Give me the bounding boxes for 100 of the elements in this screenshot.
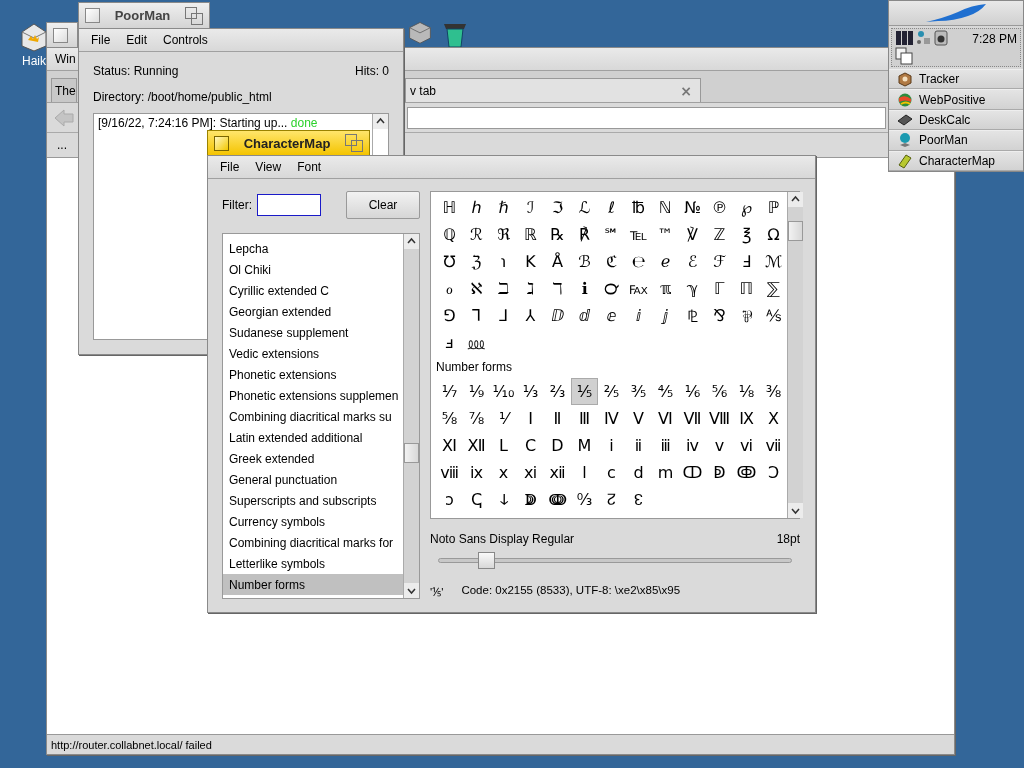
character-cell[interactable]: ⅄: [517, 302, 544, 329]
character-cell[interactable]: ⅸ: [463, 459, 490, 486]
character-cell[interactable]: ⅰ: [598, 432, 625, 459]
drive-icon[interactable]: [407, 19, 433, 45]
character-cell[interactable]: Ⅳ: [598, 405, 625, 432]
character-cell[interactable]: ℭ: [598, 248, 625, 275]
character-cell[interactable]: ℍ: [436, 194, 463, 221]
character-cell[interactable]: ⅅ: [544, 302, 571, 329]
character-cell[interactable]: ⅞: [463, 405, 490, 432]
character-cell[interactable]: ⅳ: [679, 432, 706, 459]
character-cell[interactable]: ℯ: [652, 248, 679, 275]
character-cell[interactable]: ⅈ: [625, 302, 652, 329]
character-cell[interactable]: ℼ: [652, 275, 679, 302]
character-cell[interactable]: ⅏: [463, 329, 490, 356]
character-cell[interactable]: ℐ: [517, 194, 544, 221]
character-cell[interactable]: ⅴ: [706, 432, 733, 459]
block-item[interactable]: Combining diacritical marks su: [223, 406, 403, 427]
character-cell[interactable]: ℡: [625, 221, 652, 248]
character-cell[interactable]: ℕ: [652, 194, 679, 221]
character-cell[interactable]: Ⅵ: [652, 405, 679, 432]
character-cell[interactable]: ↅ: [463, 486, 490, 513]
character-cell[interactable]: Ⅽ: [517, 432, 544, 459]
filter-field[interactable]: [257, 194, 321, 216]
character-cell[interactable]: ↇ: [517, 486, 544, 513]
character-cell[interactable]: Ⅿ: [571, 432, 598, 459]
character-cell[interactable]: ⅺ: [517, 459, 544, 486]
close-box[interactable]: [85, 8, 100, 23]
character-cell[interactable]: ℨ: [463, 248, 490, 275]
character-cell[interactable]: ⅃: [490, 302, 517, 329]
character-cell[interactable]: ℎ: [463, 194, 490, 221]
block-item[interactable]: Georgian extended: [223, 301, 403, 322]
windows-icon[interactable]: [895, 46, 913, 65]
character-cell[interactable]: ⅙: [679, 378, 706, 405]
character-cell[interactable]: ⅻ: [544, 459, 571, 486]
block-item[interactable]: Letterlike symbols: [223, 553, 403, 574]
size-slider[interactable]: [438, 550, 792, 572]
scroll-up-icon[interactable]: [788, 192, 803, 207]
zoom-icon[interactable]: [345, 134, 363, 152]
block-item[interactable]: Cyrillic extended C: [223, 280, 403, 301]
character-cell[interactable]: ℧: [436, 248, 463, 275]
scroll-up-icon[interactable]: [404, 234, 419, 249]
character-cell[interactable]: ⅍: [760, 302, 787, 329]
character-cell[interactable]: ℱ: [706, 248, 733, 275]
character-cell[interactable]: ℹ: [571, 275, 598, 302]
menu-item[interactable]: Font: [289, 160, 330, 174]
character-cell[interactable]: ⅚: [706, 378, 733, 405]
scroll-up-icon[interactable]: [373, 114, 388, 129]
character-cell[interactable]: ⅁: [436, 302, 463, 329]
block-item[interactable]: Sudanese supplement: [223, 322, 403, 343]
slider-thumb[interactable]: [478, 552, 496, 569]
character-cell[interactable]: ⅼ: [571, 459, 598, 486]
character-cell[interactable]: ℚ: [436, 221, 463, 248]
block-item[interactable]: Greek extended: [223, 448, 403, 469]
character-cell[interactable]: ℣: [679, 221, 706, 248]
block-item[interactable]: Ol Chiki: [223, 259, 403, 280]
character-cell[interactable]: ⅕: [571, 378, 598, 405]
character-cell[interactable]: ℏ: [490, 194, 517, 221]
block-item[interactable]: Vedic extensions: [223, 343, 403, 364]
character-cell[interactable]: K: [517, 248, 544, 275]
more-button[interactable]: ...: [53, 138, 71, 152]
character-cell[interactable]: ⅝: [436, 405, 463, 432]
character-cell[interactable]: ↂ: [733, 459, 760, 486]
character-cell[interactable]: ℓ: [598, 194, 625, 221]
character-cell[interactable]: ⅵ: [733, 432, 760, 459]
character-cell[interactable]: Ⅶ: [679, 405, 706, 432]
menu-item[interactable]: Win: [51, 52, 76, 66]
character-cell[interactable]: ↀ: [679, 459, 706, 486]
character-cell[interactable]: ℒ: [571, 194, 598, 221]
character-cell[interactable]: ℻: [625, 275, 652, 302]
character-cell[interactable]: ℠: [598, 221, 625, 248]
character-cell[interactable]: Ↄ: [760, 459, 787, 486]
character-cell[interactable]: ⅽ: [598, 459, 625, 486]
character-cell[interactable]: ⅑: [463, 378, 490, 405]
character-cell[interactable]: Å: [544, 248, 571, 275]
url-field[interactable]: [407, 106, 886, 129]
character-cell[interactable]: ↄ: [436, 486, 463, 513]
character-cell[interactable]: ↋: [625, 486, 652, 513]
character-cell[interactable]: ℙ: [760, 194, 787, 221]
character-cell[interactable]: ⅘: [652, 378, 679, 405]
character-cell[interactable]: ⅱ: [625, 432, 652, 459]
menu-item[interactable]: Controls: [155, 33, 216, 47]
character-cell[interactable]: Ⅹ: [760, 405, 787, 432]
character-cell[interactable]: Ⅴ: [625, 405, 652, 432]
app-entry[interactable]: WebPositive: [889, 89, 1023, 110]
block-item[interactable]: General punctuation: [223, 469, 403, 490]
scroll-bar[interactable]: [403, 234, 419, 598]
character-cell[interactable]: ⅶ: [760, 432, 787, 459]
character-cell[interactable]: ℘: [733, 194, 760, 221]
block-item[interactable]: Phonetic extensions supplemen: [223, 385, 403, 406]
block-item[interactable]: Combining diacritical marks for: [223, 532, 403, 553]
menu-item[interactable]: Edit: [118, 33, 156, 47]
clear-button[interactable]: Clear: [346, 191, 420, 219]
menu-item[interactable]: File: [83, 33, 119, 47]
character-cell[interactable]: ↆ: [490, 486, 517, 513]
browser-tab[interactable]: v tab ×: [405, 78, 701, 102]
character-cell[interactable]: №: [679, 194, 706, 221]
app-entry[interactable]: CharacterMap: [889, 150, 1023, 171]
character-cell[interactable]: Ω: [760, 221, 787, 248]
character-cell[interactable]: ℴ: [436, 275, 463, 302]
app-entry[interactable]: DeskCalc: [889, 109, 1023, 131]
